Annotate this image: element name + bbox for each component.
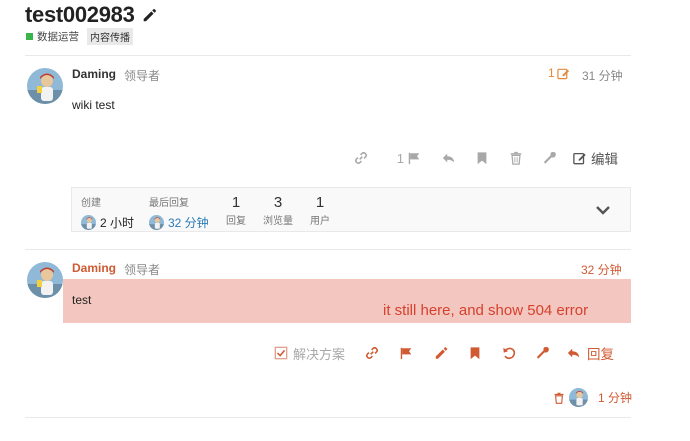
- summary-last-reply[interactable]: 最后回复 32 分钟: [149, 194, 209, 231]
- edit-pencil-icon[interactable]: [433, 346, 449, 360]
- post-username[interactable]: Daming: [72, 67, 116, 81]
- post-content: test: [72, 293, 92, 307]
- checkbox-icon: [274, 346, 288, 360]
- views-label: 浏览量: [263, 216, 293, 227]
- post-username[interactable]: Daming: [72, 261, 116, 275]
- avatar[interactable]: [149, 215, 164, 230]
- avatar[interactable]: [81, 215, 96, 230]
- summary-users: 1 用户: [308, 194, 332, 227]
- edit-history-indicator[interactable]: 1: [548, 66, 570, 80]
- deleted-post-indicator: 1 分钟: [553, 388, 632, 407]
- like-count: 1: [396, 150, 404, 166]
- users-count: 1: [315, 194, 325, 211]
- solution-button[interactable]: 解决方案: [274, 344, 345, 363]
- reply-button[interactable]: 回复: [567, 343, 614, 363]
- topic-title-row: test002983: [25, 2, 159, 28]
- avatar[interactable]: [27, 68, 63, 104]
- bookmark-icon[interactable]: [474, 151, 490, 165]
- edit-title-pencil-icon[interactable]: [141, 6, 159, 24]
- post-date[interactable]: 31 分钟: [582, 67, 623, 84]
- edit-post-button[interactable]: 编辑: [573, 148, 618, 168]
- reply-arrow-icon[interactable]: [440, 151, 458, 165]
- divider: [25, 249, 631, 250]
- share-link-icon[interactable]: [352, 151, 370, 165]
- edit-count: 1: [548, 66, 555, 80]
- share-link-icon[interactable]: [364, 346, 380, 360]
- bookmark-icon[interactable]: [467, 346, 483, 360]
- last-reply-label: 最后回复: [149, 198, 189, 209]
- created-label: 创建: [81, 198, 101, 209]
- divider: [25, 55, 631, 56]
- summary-replies: 1 回复: [224, 194, 248, 227]
- category-label: 数据运营: [37, 31, 79, 43]
- edit-history-icon: [557, 67, 570, 80]
- deleted-trash-icon: [553, 391, 565, 405]
- reply-arrow-icon: [567, 346, 583, 360]
- summary-views: 3 浏览量: [260, 194, 296, 227]
- admin-wrench-icon[interactable]: [542, 151, 558, 165]
- views-count: 3: [273, 194, 283, 211]
- post-actions: 解决方案 回复: [274, 344, 614, 362]
- reply-label: 回复: [587, 347, 615, 362]
- solution-label: 解决方案: [293, 346, 346, 362]
- topic-title: test002983: [25, 2, 135, 27]
- edit-label: 编辑: [591, 152, 618, 167]
- created-value: 2 小时: [100, 216, 135, 230]
- admin-wrench-icon[interactable]: [535, 346, 551, 360]
- post-user-role: 领导者: [124, 263, 161, 277]
- avatar[interactable]: [569, 388, 588, 407]
- divider: [25, 417, 631, 418]
- topic-meta: 数据运营 内容传播: [26, 28, 133, 45]
- edit-icon: [573, 151, 587, 165]
- post-content: wiki test: [72, 98, 115, 112]
- post-date[interactable]: 32 分钟: [581, 261, 622, 278]
- avatar[interactable]: [27, 262, 63, 298]
- delete-trash-icon[interactable]: [508, 151, 524, 165]
- annotation-text: it still here, and show 504 error: [383, 302, 589, 319]
- summary-created: 创建 2 小时: [81, 194, 134, 231]
- expand-summary-chevron-down-icon[interactable]: [594, 202, 612, 218]
- topic-tag[interactable]: 内容传播: [87, 28, 133, 45]
- deleted-time[interactable]: 1 分钟: [598, 389, 632, 406]
- post-actions: 1 编辑: [352, 149, 618, 167]
- category-badge[interactable]: 数据运营: [26, 29, 79, 44]
- replies-label: 回复: [226, 216, 246, 227]
- undo-recover-icon[interactable]: [501, 346, 517, 360]
- topic-summary: 创建 2 小时 最后回复 32 分钟 1 回复 3 浏览量 1 用户: [71, 187, 631, 232]
- category-color-icon: [26, 33, 33, 40]
- flag-icon[interactable]: [398, 346, 414, 360]
- replies-count: 1: [231, 194, 241, 211]
- last-reply-value: 32 分钟: [168, 216, 209, 230]
- post-user-role: 领导者: [124, 69, 161, 83]
- users-label: 用户: [310, 216, 330, 227]
- flag-icon[interactable]: [406, 151, 422, 165]
